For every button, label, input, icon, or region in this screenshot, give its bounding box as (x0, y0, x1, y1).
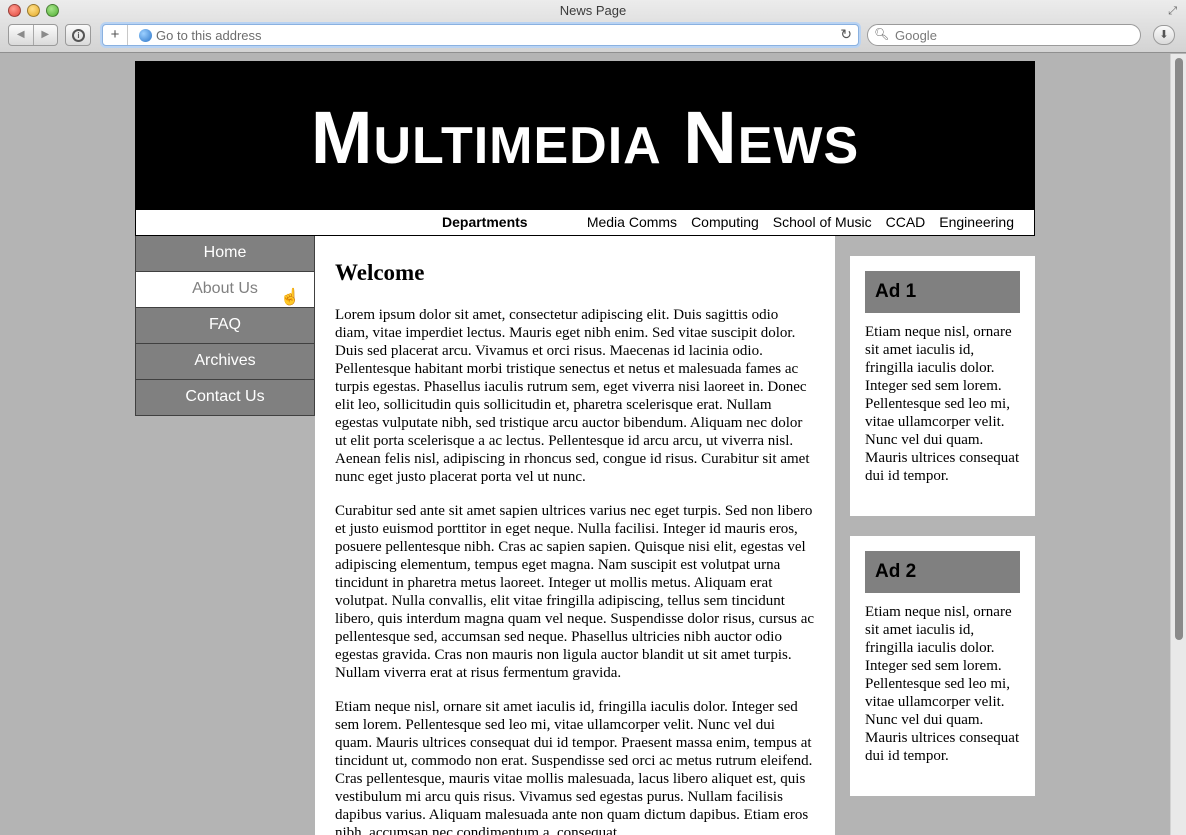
dept-link-school-of-music[interactable]: School of Music (773, 214, 872, 230)
article-paragraph: Etiam neque nisl, ornare sit amet iaculi… (335, 699, 813, 835)
vertical-scrollbar[interactable] (1170, 54, 1186, 835)
reload-icon[interactable]: ↻ (840, 26, 852, 43)
ads-sidebar: Ad 1 Etiam neque nisl, ornare sit amet i… (850, 256, 1035, 816)
reader-button[interactable]: i (65, 24, 91, 46)
news-page: Multimedia News Departments Media Comms … (135, 61, 1035, 835)
departments-bar: Departments Media Comms Computing School… (135, 210, 1035, 236)
window-title: News Page (559, 3, 627, 18)
search-icon[interactable]: 🔍︎ (874, 27, 889, 41)
nav-item-faq[interactable]: FAQ (135, 308, 315, 344)
back-arrow-icon[interactable]: ◀ (9, 25, 33, 45)
nav-item-contact-us[interactable]: Contact Us (135, 380, 315, 416)
ad-box[interactable]: Ad 1 Etiam neque nisl, ornare sit amet i… (850, 256, 1035, 516)
search-input[interactable] (895, 25, 1125, 45)
browser-toolbar: News Page ⤢ ◀ ▶ i + ↻ 🔍︎ ⬇ (0, 0, 1186, 53)
back-forward-buttons: ◀ ▶ (8, 24, 58, 46)
ad-title: Ad 1 (865, 271, 1020, 313)
ad-title: Ad 2 (865, 551, 1020, 593)
dept-link-engineering[interactable]: Engineering (939, 214, 1014, 230)
pointer-hand-icon: ☝ (280, 289, 300, 306)
masthead: Multimedia News (135, 61, 1035, 210)
download-icon[interactable]: ⬇ (1153, 25, 1175, 45)
scroll-thumb[interactable] (1175, 58, 1183, 640)
article-paragraph: Curabitur sed ante sit amet sapien ultri… (335, 503, 815, 681)
ad-box[interactable]: Ad 2 Etiam neque nisl, ornare sit amet i… (850, 536, 1035, 796)
side-navigation: Home About Us FAQ Archives Contact Us (135, 236, 315, 416)
departments-heading: Departments (442, 214, 528, 230)
address-bar: + ↻ (102, 24, 859, 46)
nav-item-home[interactable]: Home (135, 236, 315, 272)
forward-arrow-icon[interactable]: ▶ (32, 25, 58, 45)
fullscreen-icon[interactable]: ⤢ (1168, 5, 1177, 18)
dept-link-computing[interactable]: Computing (691, 214, 759, 230)
dept-link-ccad[interactable]: CCAD (886, 214, 926, 230)
department-links: Media Comms Computing School of Music CC… (587, 214, 1014, 230)
ad-text: Etiam neque nisl, ornare sit amet iaculi… (865, 324, 1020, 484)
nav-item-archives[interactable]: Archives (135, 344, 315, 380)
page-heading: Welcome (335, 260, 425, 285)
reader-icon: i (72, 29, 85, 42)
ad-text: Etiam neque nisl, ornare sit amet iaculi… (865, 604, 1020, 764)
search-bar: 🔍︎ (867, 24, 1141, 46)
site-title: Multimedia News (310, 96, 860, 179)
globe-icon (139, 29, 152, 42)
page-body: Home About Us FAQ Archives Contact Us We… (135, 236, 1035, 835)
dept-link-media-comms[interactable]: Media Comms (587, 214, 677, 230)
article-paragraph: Lorem ipsum dolor sit amet, consectetur … (335, 307, 810, 485)
plus-icon[interactable]: + (103, 25, 128, 45)
main-content: Welcome Lorem ipsum dolor sit amet, cons… (315, 236, 835, 835)
address-input[interactable] (156, 25, 836, 45)
